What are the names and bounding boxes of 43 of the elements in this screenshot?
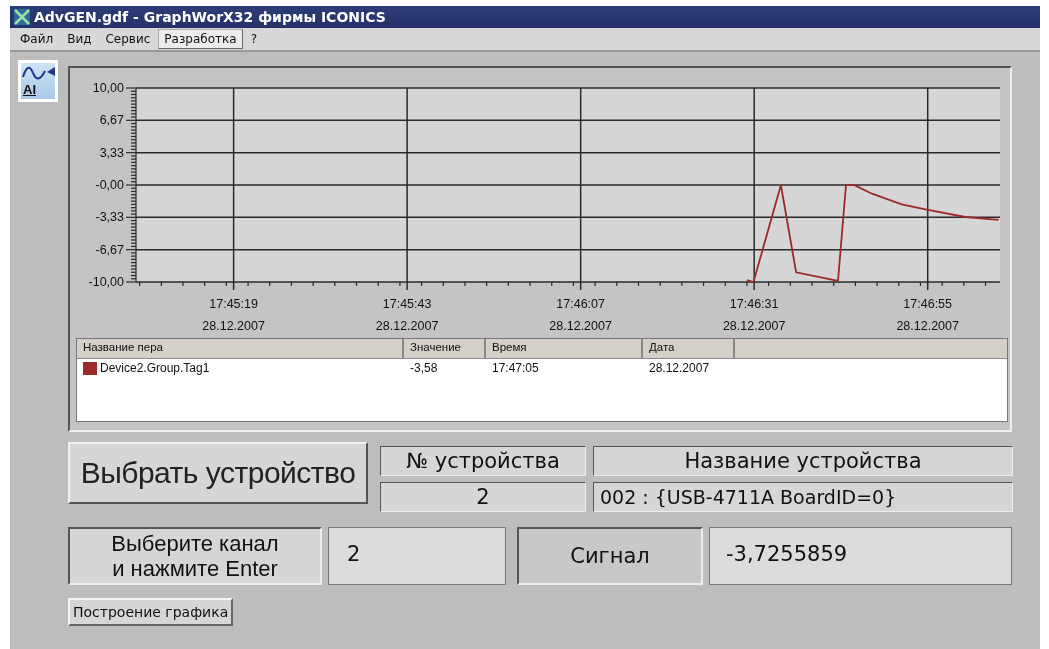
y-tick-label: 10,00 bbox=[92, 81, 124, 95]
menu-item[interactable]: Разработка bbox=[158, 29, 243, 49]
x-tick-label: 17:46:55 bbox=[903, 297, 953, 311]
y-tick-label: -0,00 bbox=[95, 178, 124, 192]
column-header[interactable]: Время bbox=[486, 339, 643, 359]
x-tick-date: 28.12.2007 bbox=[722, 319, 786, 333]
x-tick-date: 28.12.2007 bbox=[202, 319, 265, 333]
app-icon bbox=[14, 9, 30, 25]
table-cell-text: 17:47:05 bbox=[491, 361, 540, 375]
column-header[interactable]: Значение bbox=[404, 339, 486, 359]
x-tick-date: 28.12.2007 bbox=[375, 319, 439, 333]
y-tick-label: -10,00 bbox=[88, 275, 124, 289]
select-device-button[interactable]: Выбрать устройство bbox=[68, 442, 368, 504]
column-header[interactable]: Название пера bbox=[77, 339, 404, 359]
device-number-header: № устройства bbox=[380, 446, 586, 476]
menu-item[interactable]: Сервис bbox=[99, 29, 157, 49]
y-tick-label: -6,67 bbox=[95, 242, 124, 257]
signal-label: Сигнал bbox=[517, 527, 703, 585]
column-header[interactable]: Дата bbox=[643, 339, 735, 359]
pen-name: Device2.Group.Tag1 bbox=[100, 361, 210, 375]
analog-input-icon[interactable]: AI bbox=[18, 60, 58, 102]
plot-button[interactable]: Построение графика bbox=[68, 598, 234, 626]
device-name-value: 002 : {USB-4711A BoardID=0} bbox=[593, 482, 1013, 512]
y-tick-label: -3,33 bbox=[95, 210, 124, 225]
y-tick-label: 3,33 bbox=[99, 145, 124, 160]
x-tick-date: 28.12.2007 bbox=[549, 319, 612, 333]
x-tick-label: 17:45:19 bbox=[209, 297, 258, 311]
x-tick-label: 17:45:43 bbox=[382, 297, 432, 311]
table-cell-text: -3,58 bbox=[409, 361, 439, 375]
device-name-header: Название устройства bbox=[593, 446, 1013, 476]
device-number-value: 2 bbox=[380, 482, 586, 512]
menu-item[interactable]: Файл bbox=[14, 29, 60, 49]
menu-item[interactable]: ? bbox=[244, 29, 263, 49]
x-tick-label: 17:46:31 bbox=[729, 297, 779, 311]
window-title: AdvGEN.gdf - GraphWorX32 фирмы ICONICS bbox=[34, 9, 386, 25]
y-tick-label: 6,67 bbox=[99, 113, 124, 128]
x-tick-date: 28.12.2007 bbox=[896, 319, 959, 333]
table-cell-text: 28.12.2007 bbox=[648, 361, 711, 375]
channel-prompt: Выберите канал и нажмите Enter bbox=[68, 527, 322, 585]
x-tick-label: 17:46:07 bbox=[556, 297, 605, 311]
menu-item[interactable]: Вид bbox=[61, 29, 98, 49]
channel-input-field[interactable]: 2 bbox=[328, 527, 506, 585]
signal-value: -3,7255859 bbox=[709, 527, 1012, 585]
